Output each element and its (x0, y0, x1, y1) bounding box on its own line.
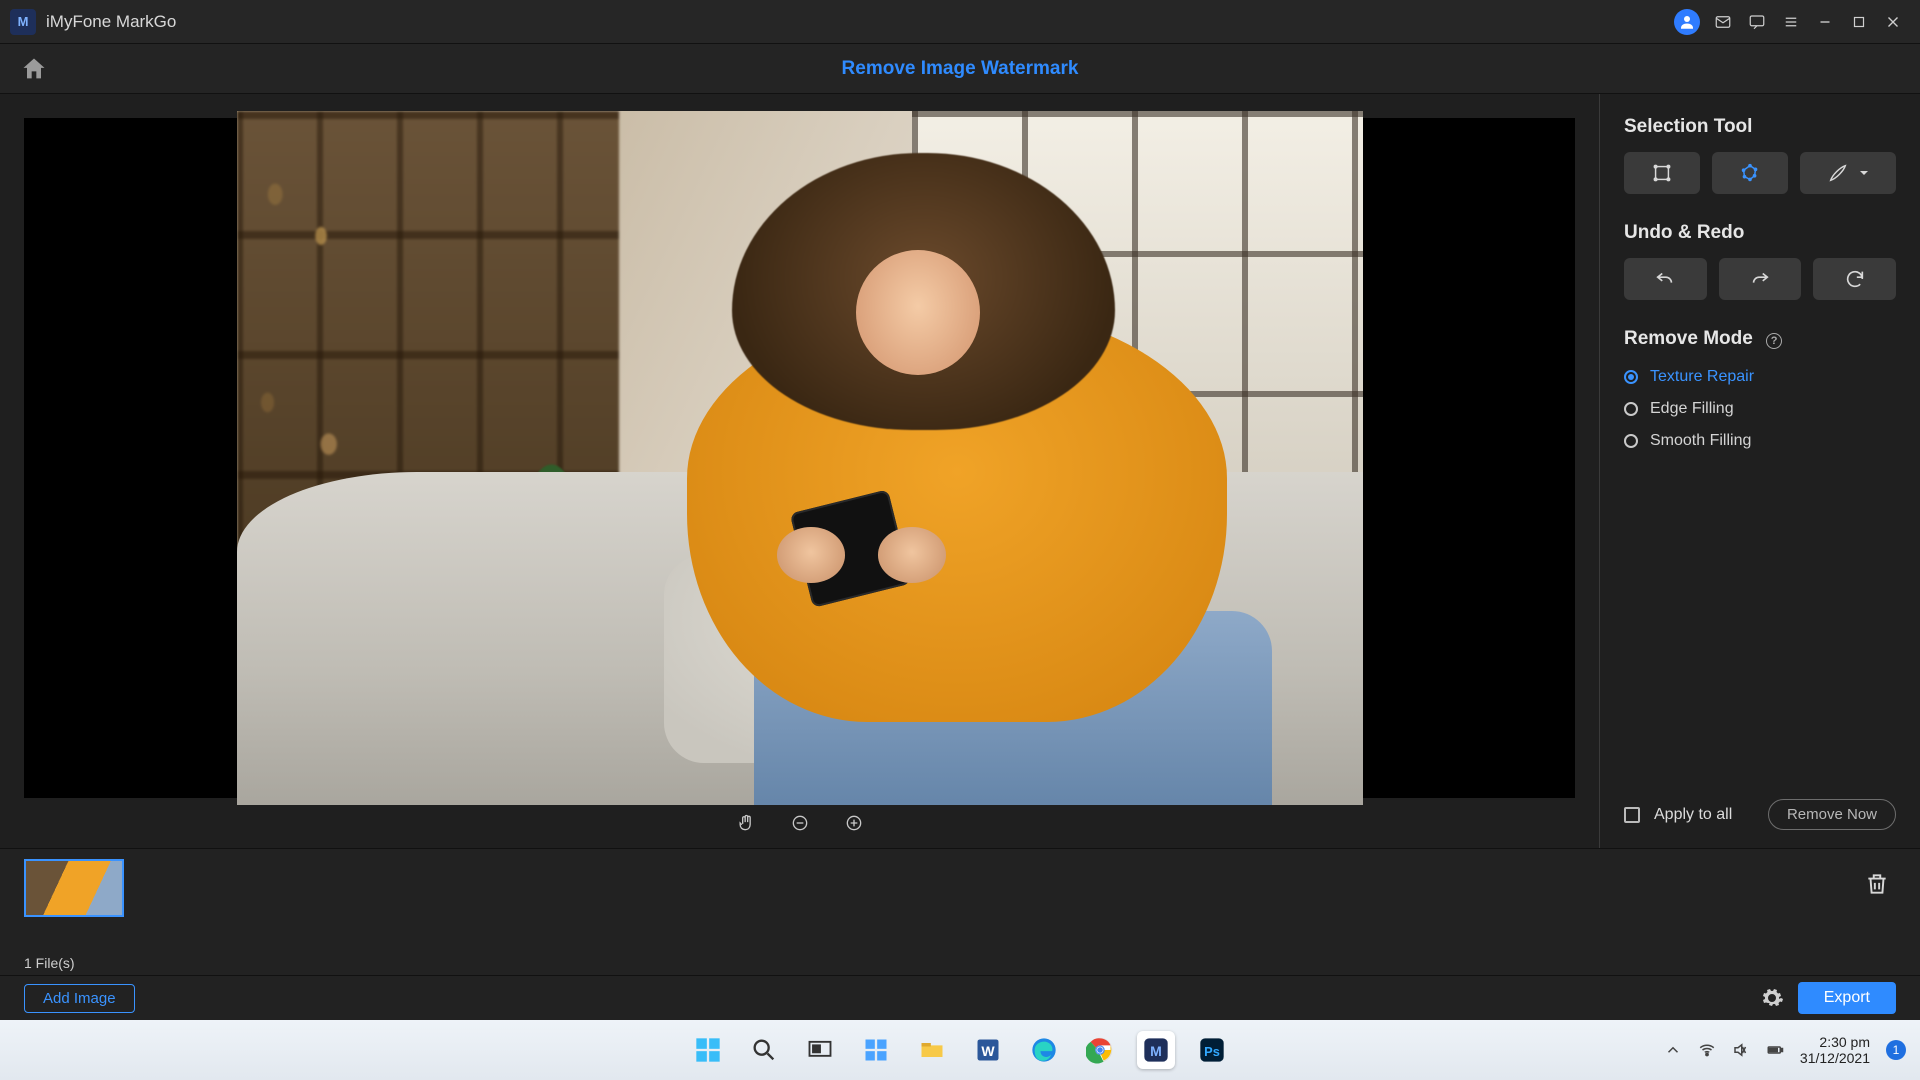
selection-tool-heading: Selection Tool (1624, 116, 1896, 138)
maximize-icon[interactable] (1842, 5, 1876, 39)
app-logo-icon: M (10, 9, 36, 35)
chevron-down-icon (1859, 168, 1869, 178)
thumbnail-1[interactable] (24, 859, 124, 917)
radio-dot-icon (1624, 370, 1638, 384)
close-icon[interactable] (1876, 5, 1910, 39)
add-image-button[interactable]: Add Image (24, 984, 135, 1013)
radio-smooth-filling[interactable]: Smooth Filling (1624, 432, 1896, 450)
main-area: Selection Tool Undo & Redo (0, 94, 1920, 848)
remove-now-button[interactable]: Remove Now (1768, 799, 1896, 830)
photoshop-icon[interactable]: Ps (1193, 1031, 1231, 1069)
markgo-taskbar-icon[interactable]: M (1137, 1031, 1175, 1069)
file-count: 1 File(s) (24, 955, 1896, 971)
footer: Add Image Export (0, 976, 1920, 1020)
thumbnail-strip: 1 File(s) (0, 848, 1920, 976)
radio-dot-icon (1624, 434, 1638, 448)
loaded-image[interactable] (237, 111, 1363, 805)
taskview-icon[interactable] (801, 1031, 839, 1069)
word-icon[interactable]: W (969, 1031, 1007, 1069)
help-icon[interactable]: ? (1766, 333, 1782, 349)
edge-icon[interactable] (1025, 1031, 1063, 1069)
delete-icon[interactable] (1864, 871, 1890, 901)
undo-redo-heading: Undo & Redo (1624, 222, 1896, 244)
hand-tool-icon[interactable] (734, 811, 758, 835)
settings-icon[interactable] (1760, 986, 1784, 1010)
svg-text:Ps: Ps (1204, 1044, 1220, 1059)
canvas-area (0, 94, 1600, 848)
app-title: iMyFone MarkGo (46, 12, 176, 32)
clock[interactable]: 2:30 pm 31/12/2021 (1800, 1034, 1870, 1066)
windows-taskbar: W M Ps 2:30 pm 31/12/2021 1 (0, 1020, 1920, 1080)
zoom-out-icon[interactable] (788, 811, 812, 835)
svg-text:M: M (1150, 1043, 1162, 1059)
radio-texture-repair[interactable]: Texture Repair (1624, 368, 1896, 386)
zoom-in-icon[interactable] (842, 811, 866, 835)
chat-icon[interactable] (1740, 5, 1774, 39)
wifi-icon[interactable] (1698, 1041, 1716, 1059)
system-tray: 2:30 pm 31/12/2021 1 (1664, 1034, 1906, 1066)
widgets-icon[interactable] (857, 1031, 895, 1069)
toolbar: Remove Image Watermark (0, 44, 1920, 94)
redo-button[interactable] (1719, 258, 1802, 300)
remove-mode-heading: Remove Mode ? (1624, 328, 1896, 350)
apply-to-all-label: Apply to all (1654, 806, 1732, 824)
menu-icon[interactable] (1774, 5, 1808, 39)
lasso-select-button[interactable] (1712, 152, 1788, 194)
radio-dot-icon (1624, 402, 1638, 416)
notification-badge[interactable]: 1 (1886, 1040, 1906, 1060)
taskbar-center: W M Ps (689, 1031, 1231, 1069)
radio-label: Smooth Filling (1650, 432, 1751, 450)
apply-to-all-checkbox[interactable] (1624, 807, 1640, 823)
chrome-icon[interactable] (1081, 1031, 1119, 1069)
rect-select-button[interactable] (1624, 152, 1700, 194)
start-icon[interactable] (689, 1031, 727, 1069)
side-panel: Selection Tool Undo & Redo (1600, 94, 1920, 848)
svg-text:W: W (981, 1043, 995, 1059)
clock-date: 31/12/2021 (1800, 1050, 1870, 1066)
canvas-controls (0, 798, 1599, 848)
canvas-viewport[interactable] (24, 118, 1575, 798)
home-icon[interactable] (20, 55, 48, 83)
account-icon[interactable] (1674, 9, 1700, 35)
remove-mode-radios: Texture Repair Edge Filling Smooth Filli… (1624, 368, 1896, 450)
battery-icon[interactable] (1766, 1041, 1784, 1059)
active-tab-label: Remove Image Watermark (48, 58, 1872, 80)
side-bottom-row: Apply to all Remove Now (1624, 799, 1896, 830)
minimize-icon[interactable] (1808, 5, 1842, 39)
radio-edge-filling[interactable]: Edge Filling (1624, 400, 1896, 418)
undo-button[interactable] (1624, 258, 1707, 300)
selection-tool-row (1624, 152, 1896, 194)
reset-button[interactable] (1813, 258, 1896, 300)
titlebar: M iMyFone MarkGo (0, 0, 1920, 44)
clock-time: 2:30 pm (1800, 1034, 1870, 1050)
brush-select-button[interactable] (1800, 152, 1896, 194)
tray-chevron-icon[interactable] (1664, 1041, 1682, 1059)
undo-redo-row (1624, 258, 1896, 300)
export-button[interactable]: Export (1798, 982, 1896, 1014)
app-window: M iMyFone MarkGo Remove Image Watermark (0, 0, 1920, 1020)
radio-label: Edge Filling (1650, 400, 1734, 418)
mail-icon[interactable] (1706, 5, 1740, 39)
radio-label: Texture Repair (1650, 368, 1754, 386)
explorer-icon[interactable] (913, 1031, 951, 1069)
search-icon[interactable] (745, 1031, 783, 1069)
volume-icon[interactable] (1732, 1041, 1750, 1059)
